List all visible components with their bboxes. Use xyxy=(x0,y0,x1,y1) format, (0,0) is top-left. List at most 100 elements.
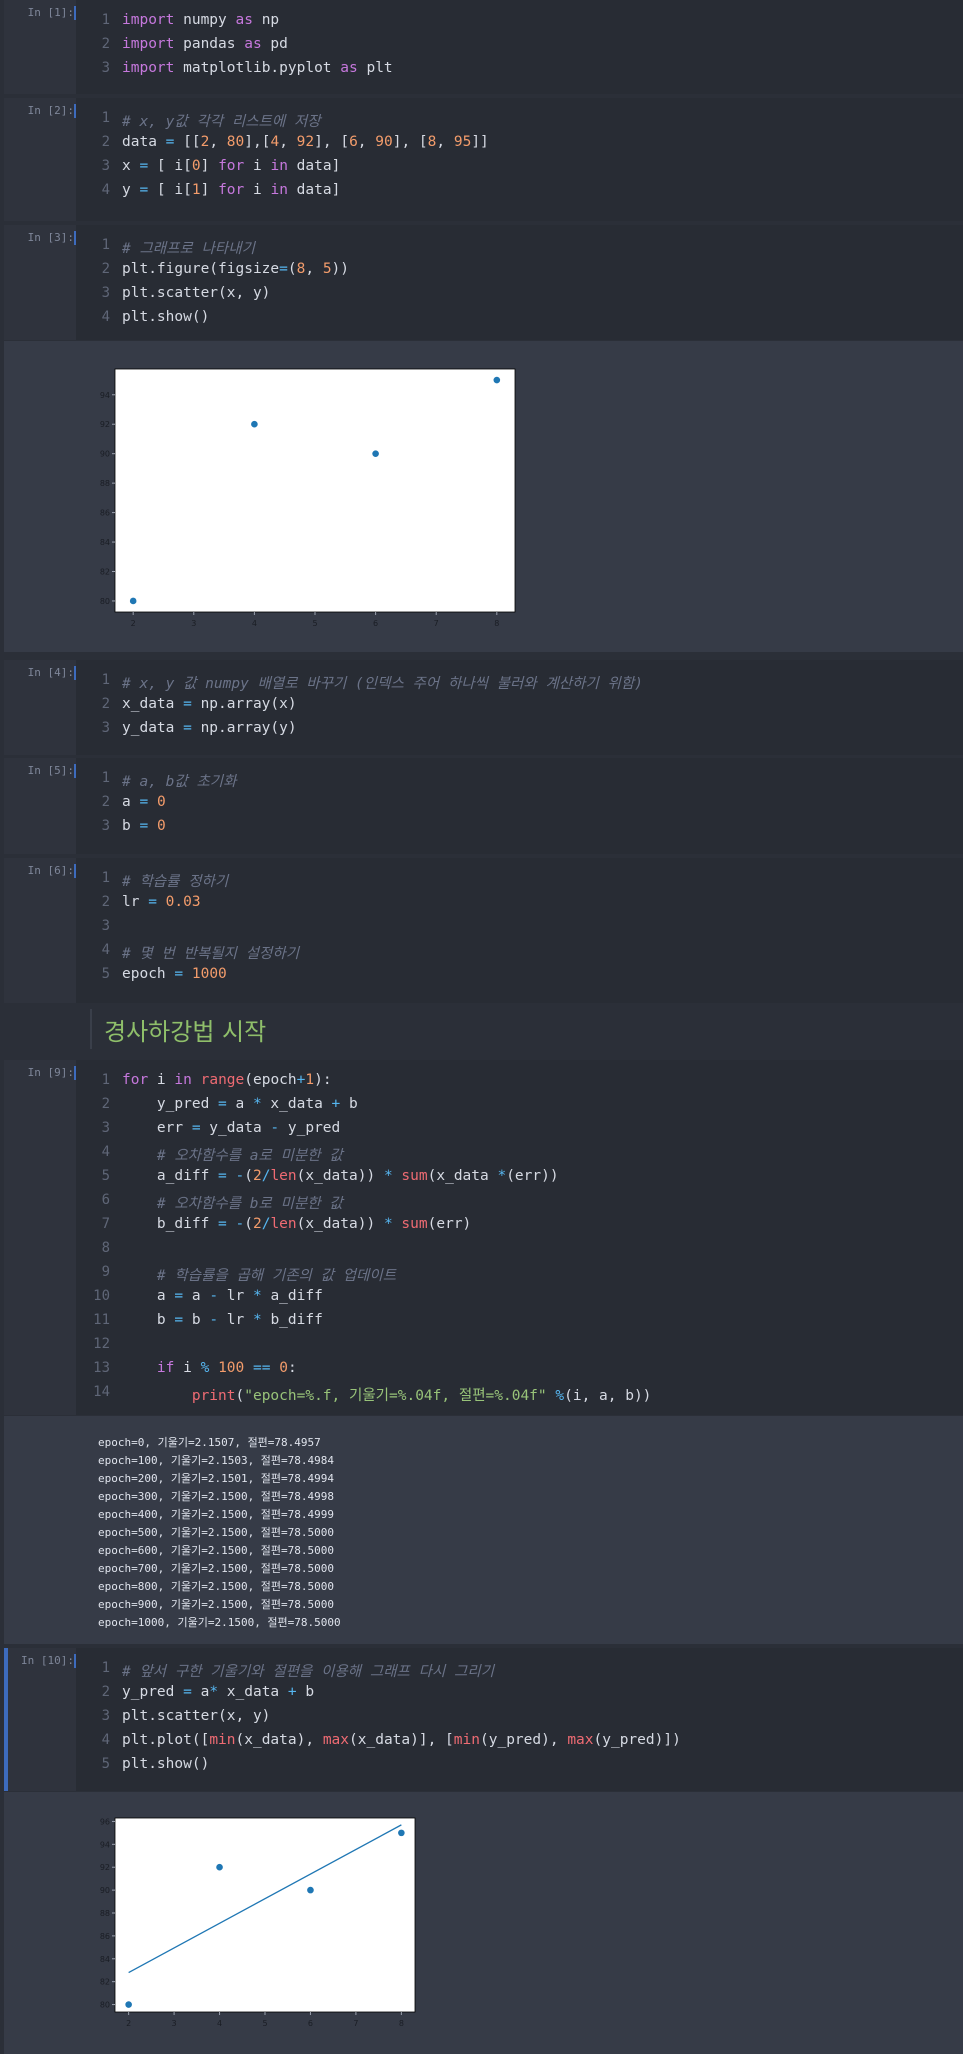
markdown-cell[interactable]: 경사하강법 시작 xyxy=(4,1006,963,1056)
code-line[interactable]: # 몇 번 반복될지 설정하기 xyxy=(122,942,299,963)
code-editor[interactable]: 1 # x, y 값 numpy 배열로 바꾸기 (인덱스 주어 하나씩 불러와 … xyxy=(76,660,963,755)
data-point xyxy=(216,1863,223,1871)
code-cell[interactable]: In [5]: 1 # a, b값 초기화 2 a = 0 3 b = 0 xyxy=(4,758,963,854)
code-cell[interactable]: In [10]: 1 # 앞서 구한 기울기와 절편을 이용해 그래프 다시 그리기… xyxy=(4,1648,963,1791)
code-line[interactable]: x_data = np.array(x) xyxy=(122,696,297,712)
line-number: 4 xyxy=(101,1144,110,1160)
stdout-line: epoch=100, 기울기=2.1503, 절편=78.4984 xyxy=(98,1454,335,1467)
code-line[interactable]: import numpy as np xyxy=(122,12,279,28)
code-line[interactable]: b_diff = -(2/len(x_data)) * sum(err) xyxy=(122,1216,471,1232)
line-number: 3 xyxy=(101,285,110,301)
line-number: 4 xyxy=(101,309,110,325)
line-number: 13 xyxy=(93,1360,110,1376)
code-cell[interactable]: In [3]: 1 # 그래프로 나타내기 2 plt.figure(figsize=(… xyxy=(4,225,963,340)
code-line[interactable]: # 오차함수를 b로 미분한 값 xyxy=(122,1192,343,1213)
code-line[interactable]: # 그래프로 나타내기 xyxy=(122,237,255,258)
code-line[interactable]: import pandas as pd xyxy=(122,36,288,52)
code-line[interactable]: plt.show() xyxy=(122,1756,209,1772)
code-line[interactable]: import matplotlib.pyplot as plt xyxy=(122,60,393,76)
code-line[interactable]: lr = 0.03 xyxy=(122,894,201,910)
y-tick-label: 86 xyxy=(100,1932,110,1941)
stdout-line: epoch=800, 기울기=2.1500, 절편=78.5000 xyxy=(98,1580,335,1593)
cell-prompt: In [1]: xyxy=(27,6,74,19)
line-number: 3 xyxy=(101,918,110,934)
code-editor[interactable]: 1 for i in range(epoch+1): 2 y_pred = a * … xyxy=(76,1060,963,1415)
line-number: 5 xyxy=(101,1756,110,1772)
code-line[interactable]: x = [ i[0] for i in data] xyxy=(122,158,340,174)
data-point xyxy=(493,376,501,384)
stdout-line: epoch=1000, 기울기=2.1500, 절편=78.5000 xyxy=(98,1616,341,1629)
line-number: 1 xyxy=(101,1660,110,1676)
code-line[interactable]: err = y_data - y_pred xyxy=(122,1120,340,1136)
code-line[interactable]: a_diff = -(2/len(x_data)) * sum(x_data *… xyxy=(122,1168,559,1184)
data-point xyxy=(307,1886,314,1894)
line-number: 6 xyxy=(101,1192,110,1208)
code-line[interactable]: if i % 100 == 0: xyxy=(122,1360,297,1376)
y-tick-label: 90 xyxy=(100,1886,110,1895)
code-line[interactable]: a = 0 xyxy=(122,794,166,810)
y-tick-label: 88 xyxy=(100,479,110,488)
y-tick-label: 86 xyxy=(100,509,110,518)
code-line[interactable]: b = 0 xyxy=(122,818,166,834)
code-cell[interactable]: In [6]: 1 # 학습률 정하기 2 lr = 0.03 3 4 # 몇 번 반복될지 … xyxy=(4,858,963,1003)
x-tick-label: 3 xyxy=(172,2019,177,2028)
code-line[interactable]: y = [ i[1] for i in data] xyxy=(122,182,340,198)
code-editor[interactable]: 1 import numpy as np 2 import pandas as pd 3… xyxy=(76,0,963,94)
line-number: 4 xyxy=(101,1732,110,1748)
stdout-line: epoch=700, 기울기=2.1500, 절편=78.5000 xyxy=(98,1562,335,1575)
line-number: 3 xyxy=(101,720,110,736)
code-line[interactable]: plt.plot([min(x_data), max(x_data)], [mi… xyxy=(122,1732,681,1748)
line-number: 1 xyxy=(101,672,110,688)
data-point xyxy=(398,1829,405,1837)
x-tick-label: 6 xyxy=(308,2019,313,2028)
code-line[interactable]: plt.figure(figsize=(8, 5)) xyxy=(122,261,349,277)
code-line[interactable]: # 학습률 정하기 xyxy=(122,870,228,891)
code-cell[interactable]: In [1]: 1 import numpy as np 2 import pandas… xyxy=(4,0,963,94)
code-line[interactable]: plt.scatter(x, y) xyxy=(122,1708,270,1724)
code-line[interactable]: plt.scatter(x, y) xyxy=(122,285,270,301)
code-cell[interactable]: In [4]: 1 # x, y 값 numpy 배열로 바꾸기 (인덱스 주어 하… xyxy=(4,660,963,755)
stdout-line: epoch=200, 기울기=2.1501, 절편=78.4994 xyxy=(98,1472,335,1485)
code-line[interactable]: plt.show() xyxy=(122,309,209,325)
code-line[interactable]: data = [[2, 80],[4, 92], [6, 90], [8, 95… xyxy=(122,134,489,150)
code-line[interactable]: y_pred = a * x_data + b xyxy=(122,1096,358,1112)
stdout-line: epoch=400, 기울기=2.1500, 절편=78.4999 xyxy=(98,1508,335,1521)
line-number: 2 xyxy=(101,696,110,712)
line-number: 4 xyxy=(101,182,110,198)
line-number: 2 xyxy=(101,1684,110,1700)
code-editor[interactable]: 1 # 앞서 구한 기울기와 절편을 이용해 그래프 다시 그리기 2 y_pred … xyxy=(76,1648,963,1791)
code-cell[interactable]: In [9]: 1 for i in range(epoch+1): 2 y_pred… xyxy=(4,1060,963,1415)
cell-prompt: In [10]: xyxy=(21,1654,74,1667)
code-line[interactable]: b = b - lr * b_diff xyxy=(122,1312,323,1328)
data-point xyxy=(372,450,379,457)
stdout-line: epoch=300, 기울기=2.1500, 절편=78.4998 xyxy=(98,1490,335,1503)
y-tick-label: 92 xyxy=(100,420,110,429)
line-number: 1 xyxy=(101,870,110,886)
notebook: In [1]: 1 import numpy as np 2 import pandas… xyxy=(0,0,963,2054)
code-editor[interactable]: 1 # x, y값 각각 리스트에 저장 2 data = [[2, 80],[4, … xyxy=(76,98,963,221)
line-number: 3 xyxy=(101,1120,110,1136)
cell-prompt: In [9]: xyxy=(27,1066,74,1079)
code-line[interactable]: for i in range(epoch+1): xyxy=(122,1072,332,1088)
code-line[interactable]: # x, y 값 numpy 배열로 바꾸기 (인덱스 주어 하나씩 불러와 계… xyxy=(122,672,643,693)
markdown-bar xyxy=(90,1009,92,1049)
code-editor[interactable]: 1 # a, b값 초기화 2 a = 0 3 b = 0 xyxy=(76,758,963,854)
code-line[interactable]: # x, y값 각각 리스트에 저장 xyxy=(122,110,321,131)
code-line[interactable]: a = a - lr * a_diff xyxy=(122,1288,323,1304)
y-tick-label: 88 xyxy=(100,1909,110,1918)
code-editor[interactable]: 1 # 학습률 정하기 2 lr = 0.03 3 4 # 몇 번 반복될지 설정하기 5 ep… xyxy=(76,858,963,1003)
code-cell[interactable]: In [2]: 1 # x, y값 각각 리스트에 저장 2 data = [[2, 8… xyxy=(4,98,963,221)
code-line[interactable]: # a, b값 초기화 xyxy=(122,770,236,791)
code-line[interactable]: # 오차함수를 a로 미분한 값 xyxy=(122,1144,343,1165)
code-line[interactable]: y_data = np.array(y) xyxy=(122,720,297,736)
code-line[interactable]: y_pred = a* x_data + b xyxy=(122,1684,314,1700)
line-number: 3 xyxy=(101,158,110,174)
stdout-line: epoch=0, 기울기=2.1507, 절편=78.4957 xyxy=(98,1436,321,1449)
code-editor[interactable]: 1 # 그래프로 나타내기 2 plt.figure(figsize=(8, 5)) 3… xyxy=(76,225,963,340)
x-tick-label: 4 xyxy=(217,2019,222,2028)
code-line[interactable]: # 학습률을 곱해 기존의 값 업데이트 xyxy=(122,1264,396,1285)
code-line[interactable]: print("epoch=%.f, 기울기=%.04f, 절편=%.04f" %… xyxy=(122,1384,652,1405)
x-tick-label: 4 xyxy=(252,619,257,628)
code-line[interactable]: # 앞서 구한 기울기와 절편을 이용해 그래프 다시 그리기 xyxy=(122,1660,494,1681)
code-line[interactable]: epoch = 1000 xyxy=(122,966,227,982)
